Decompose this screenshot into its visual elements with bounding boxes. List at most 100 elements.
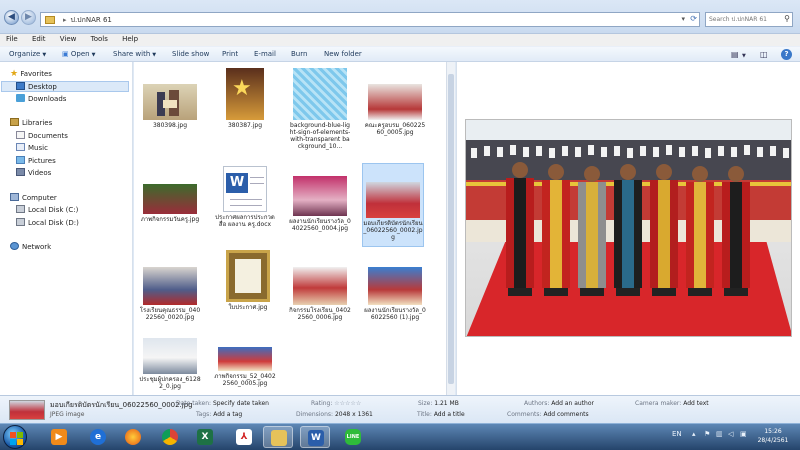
authors-value[interactable]: Add an author [551,400,594,407]
title-value[interactable]: Add a title [434,411,465,418]
details-filename: มอบเกียรติบัตรนักเรียน_06022560_0002.jpg [50,401,193,409]
action-center-icon[interactable]: ⚑ [704,430,710,438]
file-item[interactable]: ประชุมผู้ปกครอง_61282_0.jpg [139,338,201,390]
nav-documents[interactable]: Documents [16,131,68,142]
search-box[interactable]: ⚲ [705,12,793,27]
file-name: ประชุมผู้ปกครอง_61282_0.jpg [139,376,201,390]
rating-stars[interactable]: ☆☆☆☆☆ [334,400,361,407]
libraries-icon [10,118,19,126]
nav-local-disk-d[interactable]: Local Disk (D:) [16,218,79,229]
search-icon[interactable]: ⚲ [784,14,790,23]
tags-value[interactable]: Add a tag [213,411,242,418]
windows-logo-icon [10,432,16,438]
network-icon [10,242,19,250]
share-with-button[interactable]: Share with ▼ [113,50,156,58]
vertical-scrollbar[interactable] [446,62,455,395]
menu-file[interactable]: File [0,34,24,44]
print-button[interactable]: Print [222,50,238,58]
slide-show-button[interactable]: Slide show [172,50,209,58]
menu-help[interactable]: Help [116,34,144,44]
nav-pictures[interactable]: Pictures [16,156,56,167]
file-item[interactable]: ผลงานนักเรียนรางวัล_06022560 (1).jpg [364,267,426,321]
menu-edit[interactable]: Edit [26,34,52,44]
file-item[interactable]: ใบประกาศ.jpg [217,250,279,311]
view-options-icon[interactable]: ▤ [731,50,739,59]
nav-local-disk-c[interactable]: Local Disk (C:) [16,205,78,216]
rating-label: Rating: [311,400,333,407]
nav-network[interactable]: Network [10,242,51,253]
chevron-down-icon[interactable]: ▾ [681,15,685,23]
nav-videos[interactable]: Videos [16,168,51,179]
breadcrumb-folder[interactable]: ป.ปกNAR 61 [71,16,112,24]
taskbar-line[interactable]: LINE [338,426,368,448]
tray-app-icon[interactable]: ▣ [740,430,747,438]
dimensions-label: Dimensions: [296,411,334,418]
hard-drive-icon [16,218,25,226]
nav-favorites[interactable]: ★ Favorites [10,69,52,80]
nav-desktop[interactable]: Desktop [1,81,129,92]
nav-computer[interactable]: Computer [10,193,57,204]
clock[interactable]: 15:26 28/4/2561 [750,427,796,445]
file-item[interactable]: ภาพกิจกรรมวันครู.jpg [139,184,201,223]
file-item[interactable]: background-blue-light-sign-of-elements-w… [289,68,351,150]
comments-value[interactable]: Add comments [543,411,588,418]
back-button[interactable]: ◀ [4,10,19,25]
email-button[interactable]: E-mail [254,50,276,58]
camera-maker-value[interactable]: Add text [683,400,708,407]
hard-drive-icon [16,205,25,213]
taskbar-internet-explorer[interactable]: e [83,426,113,448]
file-item-selected[interactable]: มอบเกียรติบัตรนักเรียน_06022560_0002.jpg [362,163,424,247]
language-indicator[interactable]: EN [672,430,682,438]
refresh-icon[interactable]: ⟳ [690,14,697,23]
preview-pane-icon[interactable]: ◫ [760,50,768,59]
image-thumbnail [226,250,270,302]
taskbar-excel[interactable]: X [190,426,220,448]
taskbar-media-player[interactable]: ▶ [44,426,74,448]
nav-music[interactable]: Music [16,143,48,154]
start-button[interactable] [3,425,27,449]
address-toolbar: ◀ ▶ ▸ ป.ปกNAR 61 ▾ ⟳ ⚲ [0,0,800,34]
file-item[interactable]: W ประกาศผลการประกวดสื่อ ผลงาน ครู.docx [214,166,276,228]
help-icon[interactable]: ? [781,49,792,60]
tray-expand-icon[interactable]: ▴ [692,430,696,438]
nav-downloads[interactable]: Downloads [16,94,66,105]
menu-tools[interactable]: Tools [85,34,114,44]
taskbar-file-explorer[interactable] [263,426,293,448]
chevron-down-icon[interactable]: ▼ [742,53,746,59]
file-item[interactable]: 380398.jpg [139,84,201,129]
taskbar-word[interactable]: W [300,426,330,448]
taskbar-firefox[interactable] [118,426,148,448]
pdf-reader-icon: ⅄ [236,429,252,445]
taskbar-pdf-reader[interactable]: ⅄ [229,426,259,448]
nav-libraries[interactable]: Libraries [10,118,52,129]
taskbar-chrome[interactable] [155,426,185,448]
image-thumbnail: ★ [226,68,264,120]
forward-button[interactable]: ▶ [21,10,36,25]
search-input[interactable] [706,13,780,26]
scrollbar-thumb[interactable] [448,74,454,384]
computer-icon [10,193,19,201]
file-item[interactable]: ภาพกิจกรรม_52_04022560_0005.jpg [214,347,276,387]
burn-button[interactable]: Burn [291,50,307,58]
file-item[interactable]: ★ 380387.jpg [214,68,276,129]
file-name: 380387.jpg [227,122,263,129]
file-item[interactable]: โรงเรียนคุณธรรม_04022560_0020.jpg [139,267,201,321]
image-thumbnail [366,182,420,218]
new-folder-button[interactable]: New folder [324,50,362,58]
word-document-icon: W [223,166,267,212]
volume-icon[interactable]: ◁ [728,430,733,438]
file-item[interactable]: กิจกรรมโรงเรียน_04022560_0006.jpg [289,267,351,321]
address-bar[interactable]: ▸ ป.ปกNAR 61 ▾ ⟳ [40,12,700,27]
excel-icon: X [197,429,213,445]
image-thumbnail [368,267,422,305]
file-name: ภาพกิจกรรมวันครู.jpg [140,216,200,223]
network-icon[interactable]: ▥ [716,430,723,438]
menu-view[interactable]: View [54,34,83,44]
organize-button[interactable]: Organize ▼ [9,50,46,58]
file-item[interactable]: คณะครูอบรม_06022560_0005.jpg [364,84,426,136]
date-taken-value[interactable]: Specify date taken [213,400,269,407]
size-label: Size: [418,400,433,407]
file-item[interactable]: ผลงานนักเรียนรางวัล_04022560_0004.jpg [289,176,351,232]
open-button[interactable]: ▣ Open ▼ [62,50,95,58]
breadcrumb[interactable]: ▸ ป.ปกNAR 61 [63,15,112,26]
